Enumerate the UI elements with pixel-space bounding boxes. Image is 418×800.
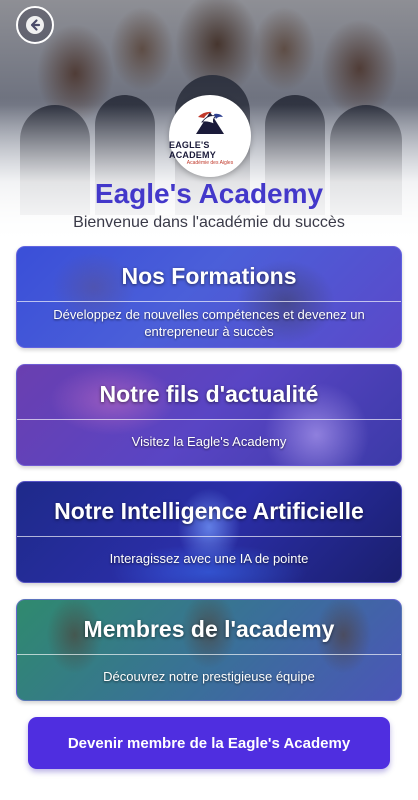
back-button[interactable] — [16, 6, 54, 44]
card-divider — [17, 654, 401, 655]
members-card[interactable]: Membres de l'academy Découvrez notre pre… — [16, 599, 402, 701]
logo-name: EAGLE'S ACADEMY — [169, 140, 216, 160]
become-member-button[interactable]: Devenir membre de la Eagle's Academy — [28, 717, 390, 769]
card-title: Nos Formations — [121, 262, 297, 289]
news-feed-card[interactable]: Notre fils d'actualité Visitez la Eagle'… — [16, 364, 402, 466]
academy-logo: EAGLE'S ACADEMY Académie des Aigles — [169, 95, 251, 177]
hero-banner: EAGLE'S ACADEMY Académie des Aigles Eagl… — [0, 0, 418, 245]
card-title: Membres de l'academy — [83, 615, 335, 642]
home-screen: EAGLE'S ACADEMY Académie des Aigles Eagl… — [0, 0, 418, 800]
card-divider — [17, 419, 401, 420]
ai-card[interactable]: Notre Intelligence Artificielle Interagi… — [16, 481, 402, 583]
card-divider — [17, 301, 401, 302]
page-subtitle: Bienvenue dans l'académie du succès — [73, 214, 345, 231]
card-title: Notre Intelligence Artificielle — [54, 497, 364, 524]
card-title: Notre fils d'actualité — [99, 380, 319, 407]
logo-subtitle: Académie des Aigles — [186, 160, 234, 166]
card-description: Développez de nouvelles compétences et d… — [53, 307, 365, 339]
formations-card[interactable]: Nos Formations Développez de nouvelles c… — [16, 246, 402, 348]
card-divider — [17, 536, 401, 537]
card-description: Interagissez avec une IA de pointe — [109, 550, 309, 566]
page-title: Eagle's Academy — [94, 178, 324, 209]
card-description: Visitez la Eagle's Academy — [131, 433, 287, 449]
card-description: Découvrez notre prestigieuse équipe — [103, 668, 315, 684]
eagle-icon — [196, 111, 224, 134]
back-arrow-icon — [26, 16, 44, 34]
